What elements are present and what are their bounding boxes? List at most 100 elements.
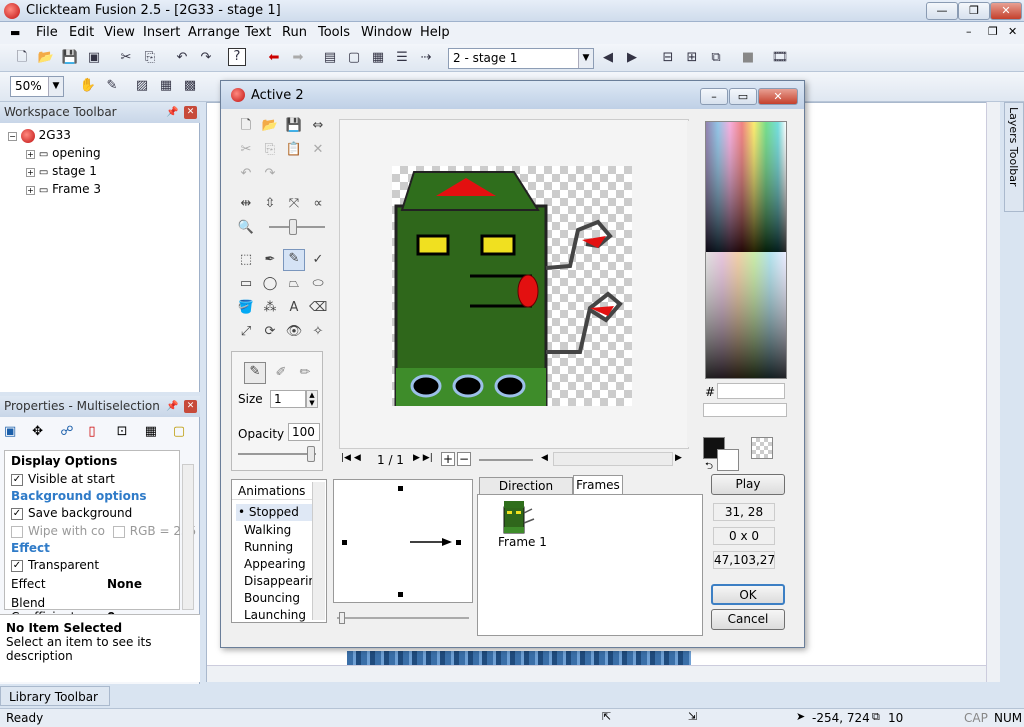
frame-vscrollbar[interactable] — [986, 102, 1000, 682]
transparent-checkbox[interactable]: ✓ — [11, 559, 23, 572]
first-frame-icon[interactable]: |◀ ◀ — [341, 453, 361, 463]
zoom-select[interactable]: 50% ▼ — [10, 76, 64, 97]
chevron-down-icon[interactable]: ▼ — [48, 77, 63, 96]
transparent-row[interactable]: ✓ Transparent — [11, 558, 201, 576]
copy-icon[interactable]: ⎘ — [261, 141, 279, 159]
effect-row[interactable]: Effect None — [11, 577, 201, 595]
brush-mode-icon[interactable]: ✐ — [272, 364, 290, 382]
pencil-mode-icon[interactable]: ✏ — [296, 364, 314, 382]
snap-icon[interactable]: ▦ — [156, 76, 176, 96]
opacity-input[interactable]: 100 — [288, 423, 320, 441]
redo-icon[interactable]: ↷ — [196, 48, 216, 68]
ellipse-icon[interactable]: ◯ — [261, 275, 279, 293]
wipe-color-row[interactable]: Wipe with co RGB = 255 — [11, 524, 201, 542]
alpha-channel-icon[interactable]: ∝ — [309, 195, 327, 213]
blend-row[interactable]: Blend Coefficient0 — [11, 596, 201, 624]
zoom-slider[interactable] — [269, 226, 325, 228]
film-icon[interactable]: 🎞 — [770, 48, 790, 68]
layers-toolbar-tab[interactable]: Layers Toolbar — [1004, 102, 1024, 212]
menu-tools[interactable]: Tools — [318, 25, 350, 40]
pin-icon[interactable]: 📌 — [166, 107, 178, 118]
zoom-icon[interactable]: 🔍 — [237, 219, 255, 237]
scroll-right-icon[interactable]: ▶ — [675, 453, 682, 463]
menu-view[interactable]: View — [104, 25, 135, 40]
restore-button[interactable]: ❐ — [958, 2, 990, 20]
help-icon[interactable]: ? — [228, 48, 246, 66]
settings-tab-icon[interactable]: ▣ — [4, 424, 28, 439]
flip-vertical-icon[interactable]: ⇳ — [261, 195, 279, 213]
animation-item[interactable]: Running — [244, 540, 293, 554]
chevron-down-icon[interactable]: ▼ — [578, 49, 593, 68]
run-frame-icon[interactable]: ⊟ — [658, 48, 678, 68]
event-editor-icon[interactable]: ▦ — [368, 48, 388, 68]
pen-tool-icon[interactable]: ✎ — [283, 249, 305, 271]
cancel-button[interactable]: Cancel — [711, 609, 785, 630]
export-icon[interactable]: 💾 — [285, 117, 303, 135]
frame-select[interactable]: 2 - stage 1 ▼ — [448, 48, 594, 69]
animation-item[interactable]: Bouncing — [244, 591, 300, 605]
copy-icon[interactable]: ⎘ — [140, 48, 160, 68]
expand-icon[interactable]: + — [26, 168, 35, 177]
animation-item[interactable]: Launching — [244, 608, 306, 622]
size-spinner[interactable]: ▲ ▼ — [306, 390, 318, 408]
close-icon[interactable]: ✕ — [184, 106, 197, 119]
menu-file[interactable]: File — [36, 25, 58, 40]
close-icon[interactable]: ✕ — [184, 400, 197, 413]
frame-hscrollbar[interactable] — [207, 665, 997, 682]
properties-scrollbar[interactable] — [182, 464, 194, 610]
resize-icon[interactable]: ⤧ — [285, 195, 303, 213]
new-icon[interactable]: 🗋 — [12, 48, 32, 68]
canvas-hscrollbar[interactable] — [553, 452, 673, 466]
color-picker-icon[interactable]: ✒ — [261, 251, 279, 269]
events-tab-icon[interactable]: ⊡ — [117, 424, 141, 439]
next-frame-icon[interactable]: ▶ — [622, 48, 642, 68]
rotate-icon[interactable]: ⟳ — [261, 323, 279, 341]
fill-icon[interactable]: 🪣 — [237, 299, 255, 317]
size-input[interactable]: 1 — [270, 390, 306, 408]
menu-arrange[interactable]: Arrange — [188, 25, 240, 40]
data-elements-icon[interactable]: ⇢ — [416, 48, 436, 68]
wipe-checkbox[interactable] — [11, 525, 23, 538]
back-icon[interactable]: ⬅ — [264, 48, 284, 68]
delete-icon[interactable]: ✕ — [309, 141, 327, 159]
collapse-icon[interactable]: − — [8, 132, 17, 141]
tab-frames[interactable]: Frames — [573, 475, 623, 495]
minimize-button[interactable]: — — [926, 2, 958, 20]
hotspot-icon[interactable]: ✧ — [309, 323, 327, 341]
color-palette[interactable] — [705, 121, 787, 379]
animation-item[interactable]: Appearing — [244, 557, 306, 571]
pen-mode-icon[interactable]: ✎ — [244, 362, 266, 384]
speed-slider[interactable] — [479, 459, 533, 461]
polygon-icon[interactable]: ⏢ — [285, 275, 303, 293]
opacity-slider[interactable] — [238, 453, 316, 455]
cut-icon[interactable]: ✂ — [116, 48, 136, 68]
tree-node-frame[interactable]: + ▭ opening — [26, 146, 101, 160]
paste-icon[interactable]: 📋 — [285, 141, 303, 159]
open-icon[interactable]: 📂 — [36, 48, 56, 68]
close-button[interactable]: ✕ — [990, 2, 1022, 20]
prev-frame-icon[interactable]: ◀ — [598, 48, 618, 68]
runtime-tab-icon[interactable]: ☍ — [60, 424, 84, 439]
background-color-swatch[interactable] — [717, 449, 739, 471]
animation-item[interactable]: Walking — [244, 523, 291, 537]
eraser-icon[interactable]: ⌫ — [309, 299, 327, 317]
visible-checkbox[interactable]: ✓ — [11, 473, 23, 486]
expand-icon[interactable]: + — [26, 186, 35, 195]
remove-frame-icon[interactable]: − — [457, 452, 471, 466]
run-build-icon[interactable]: ⧉ — [706, 48, 726, 68]
text-tool-icon[interactable]: A — [285, 299, 303, 317]
tab-direction-options[interactable]: Direction Options — [479, 477, 573, 510]
tree-node-root[interactable]: − 2G33 — [8, 128, 71, 143]
tree-node-frame[interactable]: + ▭ Frame 3 — [26, 182, 101, 196]
visible-at-start-row[interactable]: ✓ Visible at start — [11, 472, 201, 490]
brush-icon[interactable]: ✎ — [102, 76, 122, 96]
transform-icon[interactable]: ⇔ — [309, 117, 327, 135]
menu-run[interactable]: Run — [282, 25, 307, 40]
animation-item-stopped[interactable]: • Stopped — [236, 504, 312, 521]
event-list-icon[interactable]: ☰ — [392, 48, 412, 68]
menu-window[interactable]: Window — [361, 25, 412, 40]
direction-selector[interactable] — [333, 479, 473, 603]
expand-icon[interactable]: + — [26, 150, 35, 159]
undo-icon[interactable]: ↶ — [172, 48, 192, 68]
add-frame-icon[interactable]: + — [441, 452, 455, 466]
